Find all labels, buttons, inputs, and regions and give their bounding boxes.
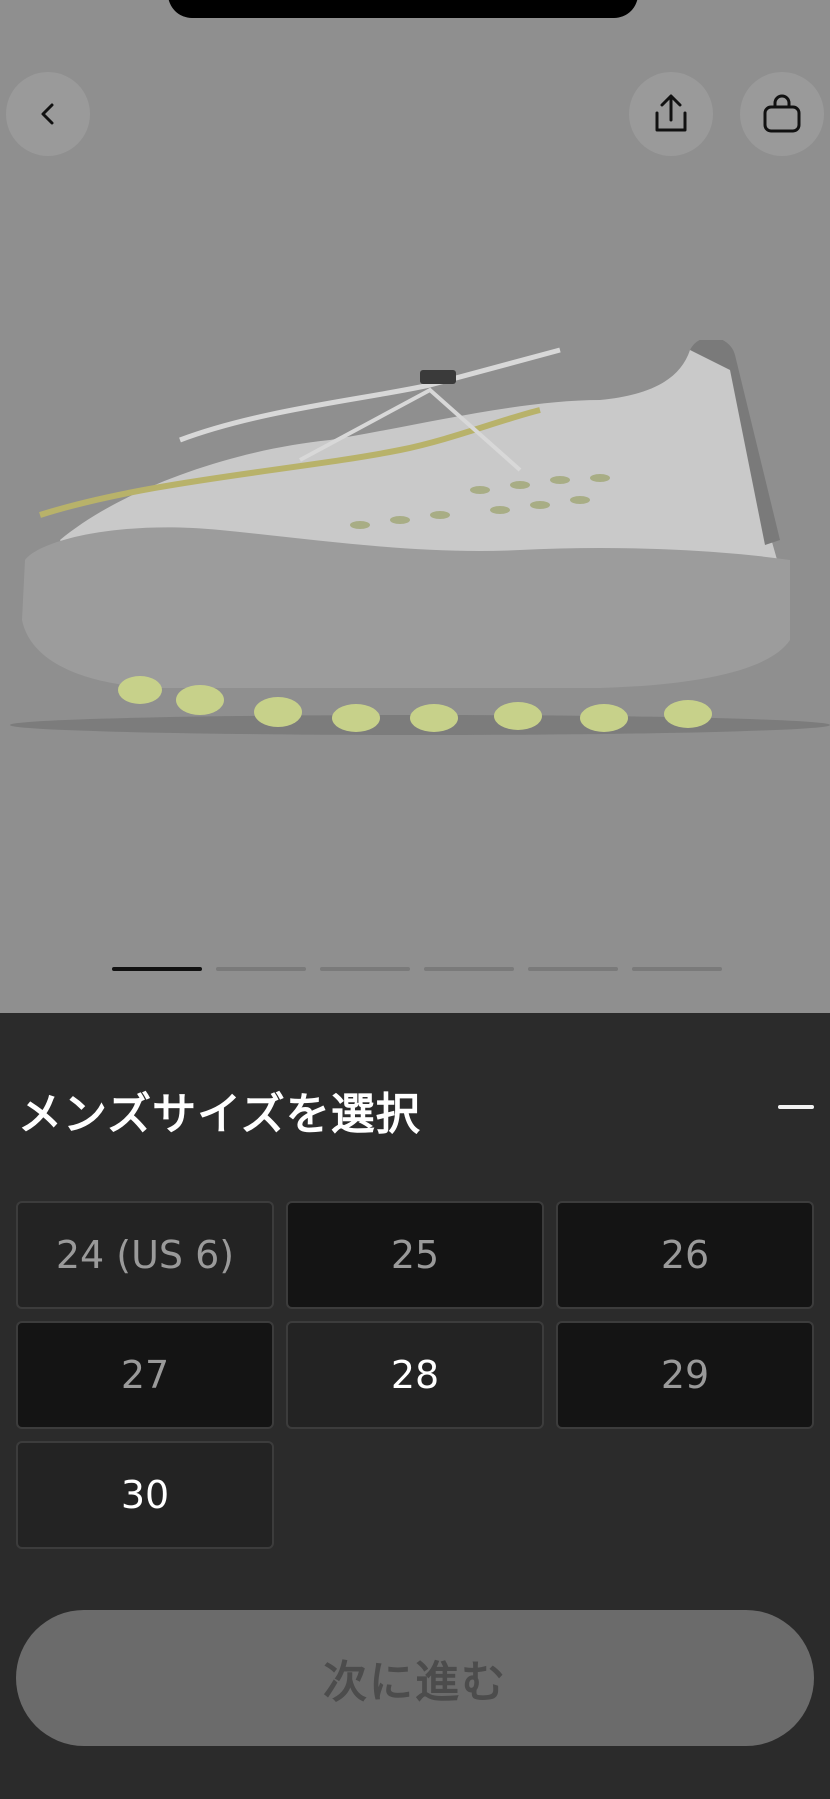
size-option[interactable]: 27 [16, 1321, 274, 1429]
collapse-minus-icon[interactable] [778, 1105, 814, 1109]
size-grid: 24 (US 6) 25 26 27 28 29 30 [16, 1201, 814, 1549]
size-option[interactable]: 28 [286, 1321, 544, 1429]
size-select-sheet: メンズサイズを選択 24 (US 6) 25 26 27 28 29 30 次に… [0, 1013, 830, 1799]
size-option[interactable]: 29 [556, 1321, 814, 1429]
back-button[interactable] [6, 72, 90, 156]
share-icon [655, 94, 687, 132]
image-pager[interactable] [112, 967, 722, 971]
size-option[interactable]: 25 [286, 1201, 544, 1309]
pager-dot-active[interactable] [112, 967, 202, 971]
size-option[interactable]: 30 [16, 1441, 274, 1549]
pager-dot[interactable] [216, 967, 306, 971]
pager-dot[interactable] [424, 967, 514, 971]
pager-dot[interactable] [632, 967, 722, 971]
size-option[interactable]: 24 (US 6) [16, 1201, 274, 1309]
next-button[interactable]: 次に進む [16, 1610, 814, 1746]
pager-dot[interactable] [320, 967, 410, 971]
shopping-bag-button[interactable] [740, 72, 824, 156]
pager-dot[interactable] [528, 967, 618, 971]
size-option[interactable]: 26 [556, 1201, 814, 1309]
device-notch [168, 0, 638, 18]
shopping-bag-icon [763, 94, 801, 133]
chevron-left-icon [41, 103, 54, 125]
share-button[interactable] [629, 72, 713, 156]
sheet-title: メンズサイズを選択 [18, 1089, 421, 1140]
product-gallery[interactable] [0, 0, 830, 1013]
sneaker-image [10, 340, 830, 735]
